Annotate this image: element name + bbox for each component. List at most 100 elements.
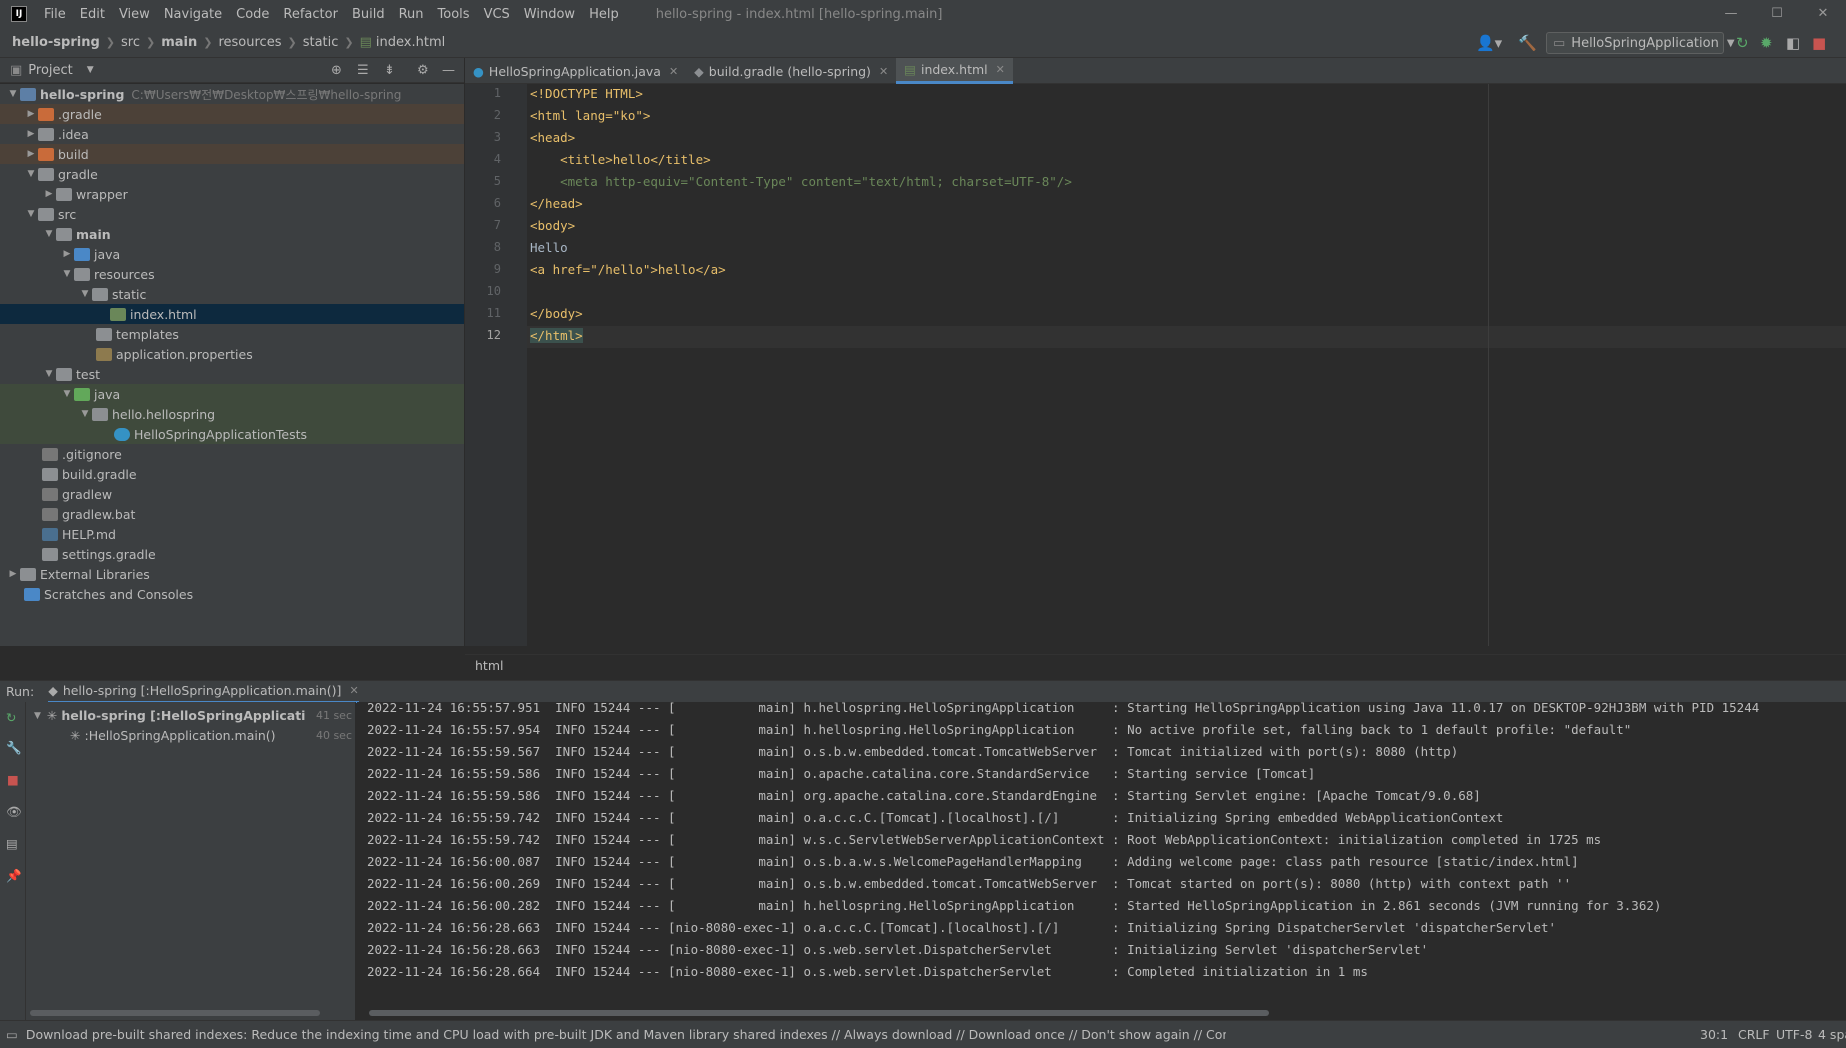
chevron-down-icon[interactable]: ▼ (24, 169, 38, 179)
minimize-button[interactable]: — (1708, 0, 1754, 28)
tree-item-templates[interactable]: templates (0, 324, 464, 344)
tree-item-idea[interactable]: ▶ .idea (0, 124, 464, 144)
breadcrumb-static[interactable]: static (303, 35, 339, 50)
layout-icon[interactable]: ▤ (6, 836, 18, 851)
tree-item-help-md[interactable]: HELP.md (0, 524, 464, 544)
run-tree-item-task[interactable]: ✳ :HelloSpringApplication.main() 40 sec (70, 728, 354, 743)
tree-item-build-gradle[interactable]: build.gradle (0, 464, 464, 484)
tree-item-test-class[interactable]: HelloSpringApplicationTests (0, 424, 464, 444)
horizontal-scrollbar[interactable] (369, 1010, 1269, 1016)
file-encoding[interactable]: UTF-8 (1776, 1027, 1812, 1042)
stop-icon[interactable]: ■ (1812, 34, 1826, 52)
debug-icon[interactable]: ✹ (1760, 34, 1773, 52)
menu-view[interactable]: View (112, 7, 157, 22)
chevron-down-icon[interactable]: ▼ (78, 289, 92, 299)
rerun-icon[interactable]: ↻ (1736, 34, 1749, 52)
tree-item-gradle[interactable]: ▼ gradle (0, 164, 464, 184)
tree-item-resources[interactable]: ▼ resources (0, 264, 464, 284)
breadcrumb-project[interactable]: hello-spring (12, 35, 100, 50)
tab-index-html[interactable]: ▤ index.html ✕ (896, 58, 1013, 84)
tab-build-gradle[interactable]: ◆ build.gradle (hello-spring) ✕ (686, 58, 896, 84)
tree-item-index-html[interactable]: index.html (0, 304, 464, 324)
breadcrumb-main[interactable]: main (161, 35, 197, 50)
close-icon[interactable]: ✕ (349, 684, 358, 697)
close-icon[interactable]: ✕ (669, 65, 678, 78)
tree-item-package[interactable]: ▼ hello.hellospring (0, 404, 464, 424)
chevron-down-icon[interactable]: ▼ (78, 409, 92, 419)
tree-item-java[interactable]: ▶ java (0, 244, 464, 264)
wrench-icon[interactable]: 🔧 (6, 740, 22, 756)
tree-item-project-root[interactable]: ▼ hello-spring C:₩Users₩전₩Desktop₩스프링₩he… (0, 84, 464, 104)
tree-item-gradle-cache[interactable]: ▶ .gradle (0, 104, 464, 124)
console-output[interactable]: 2022-11-24 16:55:57.951 INFO 15244 --- [… (357, 702, 1846, 1020)
menu-navigate[interactable]: Navigate (157, 7, 229, 22)
chevron-down-icon[interactable]: ▼ (60, 389, 74, 399)
chevron-down-icon[interactable]: ▼ (42, 229, 56, 239)
tree-item-gitignore[interactable]: .gitignore (0, 444, 464, 464)
tree-item-gradlew-bat[interactable]: gradlew.bat (0, 504, 464, 524)
tab-hello-spring-application-java[interactable]: ● HelloSpringApplication.java ✕ (465, 58, 686, 84)
tree-item-application-properties[interactable]: application.properties (0, 344, 464, 364)
chevron-right-icon[interactable]: ▶ (6, 569, 20, 579)
eye-icon[interactable]: 👁 (6, 804, 22, 820)
menu-edit[interactable]: Edit (73, 7, 112, 22)
toggle-tool-windows-icon[interactable]: ▭ (6, 1027, 18, 1042)
breadcrumb-file[interactable]: index.html (376, 35, 445, 50)
chevron-down-icon[interactable]: ▼ (42, 369, 56, 379)
run-configuration-select[interactable]: ▭ HelloSpringApplication ▼ (1546, 32, 1735, 54)
menu-help[interactable]: Help (582, 7, 626, 22)
run-tab[interactable]: ◆ hello-spring [:HelloSpringApplication.… (48, 681, 359, 703)
tree-item-external-libraries[interactable]: ▶ External Libraries (0, 564, 464, 584)
indent-setting[interactable]: 4 spa (1818, 1027, 1846, 1042)
tree-item-wrapper[interactable]: ▶ wrapper (0, 184, 464, 204)
tree-item-settings-gradle[interactable]: settings.gradle (0, 544, 464, 564)
close-icon[interactable]: ✕ (996, 63, 1005, 76)
tree-item-gradlew[interactable]: gradlew (0, 484, 464, 504)
pin-icon[interactable]: 📌 (6, 868, 22, 884)
tree-item-test-java[interactable]: ▼ java (0, 384, 464, 404)
tree-item-main[interactable]: ▼ main (0, 224, 464, 244)
chevron-right-icon[interactable]: ▶ (42, 189, 56, 199)
expand-all-icon[interactable]: ☰ (357, 63, 369, 78)
locate-icon[interactable]: ⊕ (331, 63, 342, 78)
line-ending[interactable]: CRLF (1738, 1027, 1770, 1042)
menu-run[interactable]: Run (392, 7, 431, 22)
tree-item-test[interactable]: ▼ test (0, 364, 464, 384)
stop-icon[interactable]: ■ (7, 772, 19, 787)
gear-icon[interactable]: ⚙ (417, 63, 429, 78)
chevron-down-icon[interactable]: ▼ (6, 89, 20, 99)
tree-item-src[interactable]: ▼ src (0, 204, 464, 224)
chevron-right-icon[interactable]: ▶ (60, 249, 74, 259)
chevron-right-icon[interactable]: ▶ (24, 109, 38, 119)
tree-item-scratches[interactable]: Scratches and Consoles (0, 584, 464, 604)
coverage-icon[interactable]: ◧ (1786, 34, 1800, 52)
tree-item-build[interactable]: ▶ build (0, 144, 464, 164)
build-hammer-icon[interactable]: 🔨 (1518, 34, 1537, 52)
hide-panel-icon[interactable]: — (442, 63, 455, 78)
rerun-icon[interactable]: ↻ (6, 710, 16, 725)
chevron-right-icon[interactable]: ▶ (24, 129, 38, 139)
menu-code[interactable]: Code (229, 7, 276, 22)
chevron-down-icon[interactable]: ▼ (87, 65, 94, 75)
maximize-button[interactable]: ☐ (1754, 0, 1800, 28)
breadcrumb-src[interactable]: src (121, 35, 140, 50)
caret-position[interactable]: 30:1 (1700, 1027, 1728, 1042)
menu-tools[interactable]: Tools (431, 7, 477, 22)
menu-window[interactable]: Window (517, 7, 582, 22)
menu-refactor[interactable]: Refactor (276, 7, 345, 22)
status-message[interactable]: Download pre-built shared indexes: Reduc… (26, 1027, 1226, 1042)
user-icon[interactable]: 👤▾ (1476, 34, 1502, 52)
code-editor[interactable]: <!DOCTYPE HTML> <html lang="ko"> <head> … (527, 84, 1846, 646)
menu-vcs[interactable]: VCS (477, 7, 517, 22)
chevron-down-icon[interactable]: ▼ (24, 209, 38, 219)
menu-build[interactable]: Build (345, 7, 392, 22)
tree-item-static[interactable]: ▼ static (0, 284, 464, 304)
run-tree-item-root[interactable]: ▼ ✳ hello-spring [:HelloSpringApplicatio… (34, 708, 354, 723)
breadcrumb-resources[interactable]: resources (218, 35, 281, 50)
collapse-all-icon[interactable]: ⇟ (384, 63, 395, 78)
editor-breadcrumb[interactable]: html (465, 654, 1846, 676)
project-panel-title[interactable]: Project (28, 63, 72, 78)
horizontal-scrollbar[interactable] (30, 1010, 320, 1016)
close-icon[interactable]: ✕ (879, 65, 888, 78)
chevron-right-icon[interactable]: ▶ (24, 149, 38, 159)
